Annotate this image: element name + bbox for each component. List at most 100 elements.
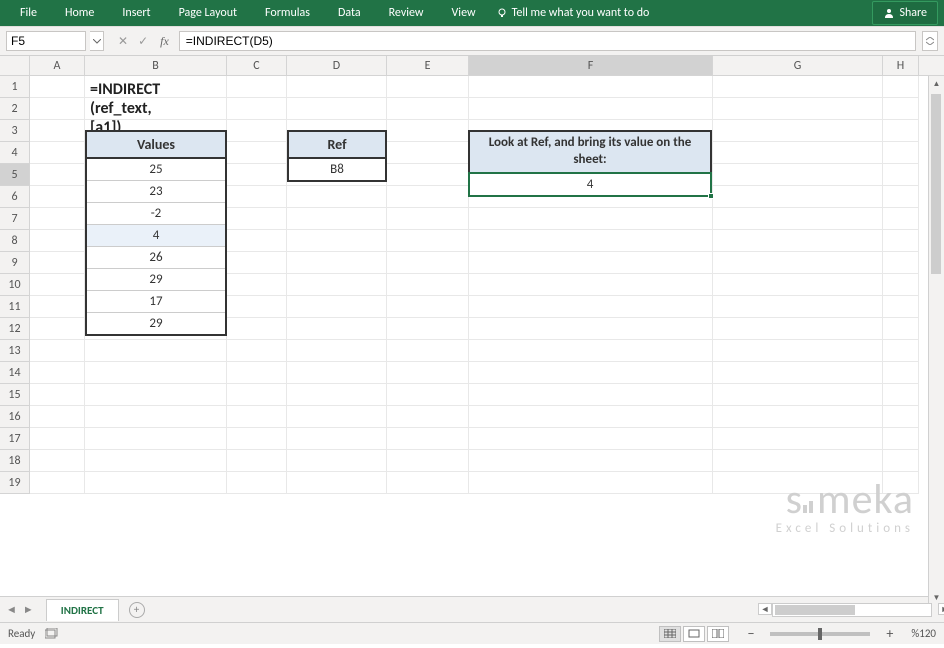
col-header-h[interactable]: H [883,56,919,75]
cell-A7[interactable] [30,208,85,230]
cell-G3[interactable] [713,120,883,142]
row-header-10[interactable]: 10 [0,274,30,296]
cell-D19[interactable] [287,472,387,494]
cell-F12[interactable] [469,318,713,340]
cell-A10[interactable] [30,274,85,296]
view-page-layout-button[interactable] [683,626,705,642]
cell-C18[interactable] [227,450,287,472]
cell-F11[interactable] [469,296,713,318]
cell-H14[interactable] [883,362,919,384]
cell-D18[interactable] [287,450,387,472]
cell-C4[interactable] [227,142,287,164]
row-header-8[interactable]: 8 [0,230,30,252]
cell-F18[interactable] [469,450,713,472]
formula-input[interactable] [179,31,916,51]
spreadsheet-grid[interactable]: A B C D E F G H 123456789101112131415161… [0,56,944,596]
row-header-7[interactable]: 7 [0,208,30,230]
cell-E11[interactable] [387,296,469,318]
cell-D8[interactable] [287,230,387,252]
cell-G2[interactable] [713,98,883,120]
cell-F8[interactable] [469,230,713,252]
cell-D17[interactable] [287,428,387,450]
cell-E2[interactable] [387,98,469,120]
cell-C14[interactable] [227,362,287,384]
sheet-tab-indirect[interactable]: INDIRECT [46,599,119,621]
cell-D15[interactable] [287,384,387,406]
tab-review[interactable]: Review [375,0,438,26]
cell-E9[interactable] [387,252,469,274]
cell-B17[interactable] [85,428,227,450]
cell-E14[interactable] [387,362,469,384]
cell-G13[interactable] [713,340,883,362]
cell-H16[interactable] [883,406,919,428]
enter-icon[interactable]: ✓ [138,34,148,49]
cell-E10[interactable] [387,274,469,296]
zoom-in-button[interactable]: + [886,625,893,642]
cell-G12[interactable] [713,318,883,340]
row-header-19[interactable]: 19 [0,472,30,494]
cell-C19[interactable] [227,472,287,494]
cell-E3[interactable] [387,120,469,142]
row-header-6[interactable]: 6 [0,186,30,208]
cell-F15[interactable] [469,384,713,406]
hscroll-thumb[interactable] [775,605,855,615]
cell-A1[interactable] [30,76,85,98]
cell-C1[interactable] [227,76,287,98]
cell-C12[interactable] [227,318,287,340]
cell-G6[interactable] [713,186,883,208]
tell-me[interactable]: Tell me what you want to do [496,6,650,20]
tab-home[interactable]: Home [51,0,108,26]
cell-F16[interactable] [469,406,713,428]
cell-F17[interactable] [469,428,713,450]
cell-A4[interactable] [30,142,85,164]
horizontal-scrollbar[interactable] [772,603,932,617]
cell-F9[interactable] [469,252,713,274]
scroll-up-icon[interactable]: ▲ [929,76,944,92]
cell-A14[interactable] [30,362,85,384]
cell-G14[interactable] [713,362,883,384]
cell-C2[interactable] [227,98,287,120]
cell-E1[interactable] [387,76,469,98]
cell-E7[interactable] [387,208,469,230]
cancel-icon[interactable]: ✕ [118,34,128,49]
cell-A13[interactable] [30,340,85,362]
cell-G4[interactable] [713,142,883,164]
cell-H18[interactable] [883,450,919,472]
cell-C13[interactable] [227,340,287,362]
col-header-d[interactable]: D [287,56,387,75]
cell-H5[interactable] [883,164,919,186]
cell-B18[interactable] [85,450,227,472]
selection-handle[interactable] [708,193,714,199]
row-header-1[interactable]: 1 [0,76,30,98]
hscroll-right-icon[interactable]: ► [938,603,944,615]
cell-D13[interactable] [287,340,387,362]
cell-D10[interactable] [287,274,387,296]
hscroll-left-icon[interactable]: ◄ [758,603,772,615]
cell-E4[interactable] [387,142,469,164]
cell-C11[interactable] [227,296,287,318]
cell-A15[interactable] [30,384,85,406]
name-box[interactable] [6,31,86,51]
cell-F1[interactable] [469,76,713,98]
cell-H15[interactable] [883,384,919,406]
cell-A6[interactable] [30,186,85,208]
cell-D14[interactable] [287,362,387,384]
row-header-14[interactable]: 14 [0,362,30,384]
cell-G16[interactable] [713,406,883,428]
tab-nav-next-icon[interactable]: ► [23,603,34,616]
cell-F7[interactable] [469,208,713,230]
zoom-out-button[interactable]: − [747,625,754,642]
cell-D12[interactable] [287,318,387,340]
cell-D16[interactable] [287,406,387,428]
cell-F2[interactable] [469,98,713,120]
col-header-e[interactable]: E [387,56,469,75]
cell-D9[interactable] [287,252,387,274]
cell-C10[interactable] [227,274,287,296]
cell-B14[interactable] [85,362,227,384]
cell-H9[interactable] [883,252,919,274]
cell-D2[interactable] [287,98,387,120]
name-box-dropdown[interactable] [90,31,104,51]
cell-B13[interactable] [85,340,227,362]
add-sheet-button[interactable]: + [129,602,145,618]
cell-B16[interactable] [85,406,227,428]
